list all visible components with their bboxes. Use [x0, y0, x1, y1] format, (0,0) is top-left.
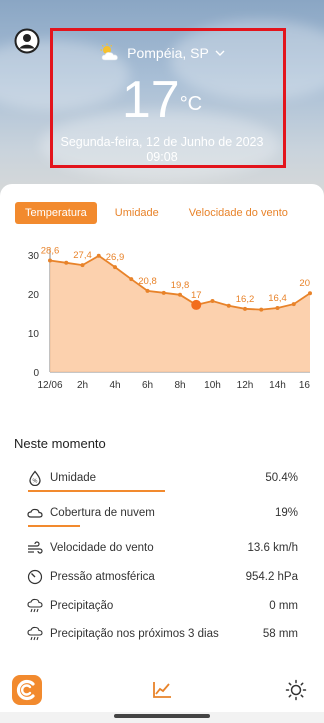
rain-cloud-icon — [26, 625, 44, 643]
data-label: 17 — [191, 290, 202, 301]
condition-value: 58 mm — [262, 628, 298, 640]
x-tick-label: 12/06 — [37, 380, 62, 391]
humidity-level-bar — [28, 490, 165, 492]
chart-icon — [153, 682, 171, 698]
data-point — [243, 306, 247, 311]
condition-row-pressure: Pressão atmosférica 954.2 hPa — [26, 566, 298, 588]
data-label: 27,4 — [73, 250, 92, 261]
humidity-drop-icon: % — [26, 469, 44, 487]
y-tick-label: 0 — [33, 368, 39, 379]
condition-label: Velocidade do vento — [50, 542, 154, 554]
x-tick-label: 14h — [269, 380, 286, 391]
condition-value: 50.4% — [265, 472, 298, 484]
condition-label: Umidade — [50, 472, 97, 484]
section-title-now: Neste momento — [14, 436, 106, 451]
condition-label: Cobertura de nuvem — [50, 507, 155, 519]
y-tick-label: 10 — [28, 329, 40, 340]
wind-icon — [26, 539, 44, 557]
app-logo-icon — [16, 679, 35, 701]
current-hour-marker — [191, 299, 202, 310]
metric-tabs: Temperatura Umidade Velocidade do vento — [15, 202, 298, 224]
temperature-value: 17 — [121, 71, 180, 129]
x-tick-label: 8h — [174, 380, 185, 391]
bottom-navigation — [0, 668, 324, 712]
data-label: 16,2 — [236, 294, 255, 305]
data-point — [178, 292, 182, 297]
data-point — [259, 307, 264, 312]
data-point — [64, 260, 69, 265]
data-point — [291, 302, 296, 307]
x-tick-label: 10h — [204, 380, 221, 391]
data-point — [80, 263, 85, 268]
data-label: 20,8 — [138, 276, 157, 287]
current-conditions-panel: % Umidade 50.4% Cobertura de nuvem 19% V… — [14, 458, 310, 668]
chevron-down-icon — [215, 50, 225, 56]
partly-sunny-icon — [100, 43, 118, 61]
current-temperature: 17°C — [0, 72, 324, 128]
data-point — [210, 299, 215, 304]
cloud-icon — [26, 504, 44, 522]
sun-nav-button[interactable] — [285, 679, 307, 701]
x-tick-label: 12h — [237, 380, 254, 391]
cloud-cover-level-bar — [28, 525, 80, 527]
x-tick-label: 2h — [77, 380, 88, 391]
condition-row-precipitation: Precipitação 0 mm — [26, 595, 298, 617]
y-tick-label: 20 — [28, 290, 40, 301]
x-tick-label: 6h — [142, 380, 153, 391]
condition-row-humidity: % Umidade 50.4% — [26, 467, 298, 489]
data-point — [161, 290, 166, 295]
condition-row-cloud-cover: Cobertura de nuvem 19% — [26, 502, 298, 524]
data-point — [275, 306, 280, 311]
system-gesture-bar[interactable] — [114, 714, 210, 718]
y-tick-label: 30 — [28, 251, 40, 262]
condition-label: Precipitação nos próximos 3 dias — [50, 628, 219, 640]
svg-text:%: % — [33, 479, 38, 485]
data-label: 20 — [299, 278, 310, 289]
condition-row-wind-speed: Velocidade do vento 13.6 km/h — [26, 537, 298, 559]
data-point — [226, 303, 231, 308]
gauge-icon — [26, 568, 44, 586]
current-date: Segunda-feira, 12 de Junho de 2023 — [60, 135, 264, 149]
data-point — [145, 288, 150, 293]
data-label: 19,8 — [171, 280, 190, 291]
x-tick-label: 16 — [299, 380, 311, 391]
data-point — [48, 258, 52, 263]
data-point — [308, 291, 312, 296]
temperature-area — [50, 255, 310, 372]
chart-nav-button[interactable] — [150, 680, 174, 700]
rain-cloud-icon — [26, 597, 44, 615]
tab-temperatura[interactable]: Temperatura — [15, 202, 97, 224]
current-time: 09:08 — [146, 150, 178, 164]
data-point — [113, 265, 117, 270]
condition-value: 19% — [274, 507, 298, 519]
tab-velocidade-do-vento[interactable]: Velocidade do vento — [179, 202, 298, 224]
data-label: 28,6 — [41, 245, 60, 256]
tab-umidade[interactable]: Umidade — [105, 202, 169, 224]
temperature-chart-svg: 0 10 20 3028,6 27,4 26,9 20,8 19,817 16,2 16,4 20 1… — [28, 245, 312, 391]
condition-value: 0 mm — [269, 600, 298, 612]
condition-value: 954.2 hPa — [245, 571, 298, 583]
data-label: 16,4 — [268, 293, 287, 304]
sun-icon — [285, 679, 307, 701]
location-name: Pompéia, SP — [127, 45, 209, 61]
data-label: 26,9 — [106, 252, 125, 263]
data-point — [129, 277, 134, 282]
data-point — [96, 253, 101, 258]
location-selector[interactable]: Pompéia, SP — [0, 42, 324, 64]
temperature-unit: °C — [179, 93, 203, 115]
x-tick-label: 4h — [109, 380, 120, 391]
condition-value: 13.6 km/h — [247, 542, 299, 554]
temperature-chart[interactable]: 0 10 20 30 28,6 27,4 26,9 20,8 19,8 17 16,2 16,4 20 1… — [17, 238, 317, 393]
condition-row-precipitation-3-days: Precipitação nos próximos 3 dias 58 mm — [26, 623, 298, 645]
app-logo-button[interactable] — [12, 675, 42, 705]
condition-label: Pressão atmosférica — [50, 571, 155, 583]
condition-label: Precipitação — [50, 600, 114, 612]
